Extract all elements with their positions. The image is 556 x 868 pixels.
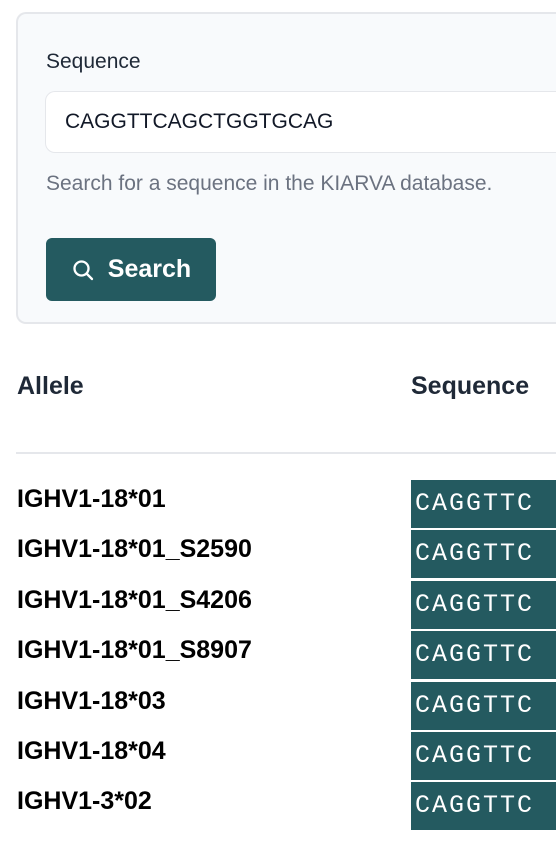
table-header-divider xyxy=(16,452,556,454)
sequence-chip: CAGGTTC xyxy=(411,631,556,679)
allele-name[interactable]: IGHV1-18*03 xyxy=(17,687,166,716)
table-row[interactable]: IGHV1-18*04 CAGGTTC xyxy=(0,732,556,780)
sequence-label: Sequence xyxy=(46,50,141,73)
sequence-chip: CAGGTTC xyxy=(411,480,556,528)
sequence-chip: CAGGTTC xyxy=(411,782,556,830)
table-row[interactable]: IGHV1-18*01 CAGGTTC xyxy=(0,480,556,528)
search-button[interactable]: Search xyxy=(46,238,216,301)
sequence-search-page: Sequence Search for a sequence in the KI… xyxy=(0,0,556,868)
sequence-input[interactable] xyxy=(45,91,556,153)
table-row[interactable]: IGHV1-18*01_S2590 CAGGTTC xyxy=(0,530,556,578)
sequence-column-header[interactable]: Sequence xyxy=(411,372,529,401)
search-button-label: Search xyxy=(107,255,192,283)
allele-name[interactable]: IGHV1-18*01 xyxy=(17,485,166,514)
search-card: Sequence Search for a sequence in the KI… xyxy=(16,12,556,324)
search-icon xyxy=(71,258,95,282)
allele-name[interactable]: IGHV1-18*04 xyxy=(17,737,166,766)
table-row[interactable]: IGHV1-18*01_S8907 CAGGTTC xyxy=(0,631,556,679)
allele-column-header[interactable]: Allele xyxy=(17,372,84,401)
sequence-chip: CAGGTTC xyxy=(411,732,556,780)
table-row[interactable]: IGHV1-18*01_S4206 CAGGTTC xyxy=(0,581,556,629)
sequence-chip: CAGGTTC xyxy=(411,530,556,578)
sequence-chip: CAGGTTC xyxy=(411,581,556,629)
table-row[interactable]: IGHV1-18*03 CAGGTTC xyxy=(0,682,556,730)
search-helper-text: Search for a sequence in the KIARVA data… xyxy=(46,172,493,195)
allele-name[interactable]: IGHV1-18*01_S2590 xyxy=(17,535,252,564)
table-row[interactable]: IGHV1-3*02 CAGGTTC xyxy=(0,782,556,830)
allele-name[interactable]: IGHV1-18*01_S4206 xyxy=(17,586,252,615)
allele-name[interactable]: IGHV1-18*01_S8907 xyxy=(17,636,252,665)
allele-name[interactable]: IGHV1-3*02 xyxy=(17,787,152,816)
sequence-chip: CAGGTTC xyxy=(411,682,556,730)
